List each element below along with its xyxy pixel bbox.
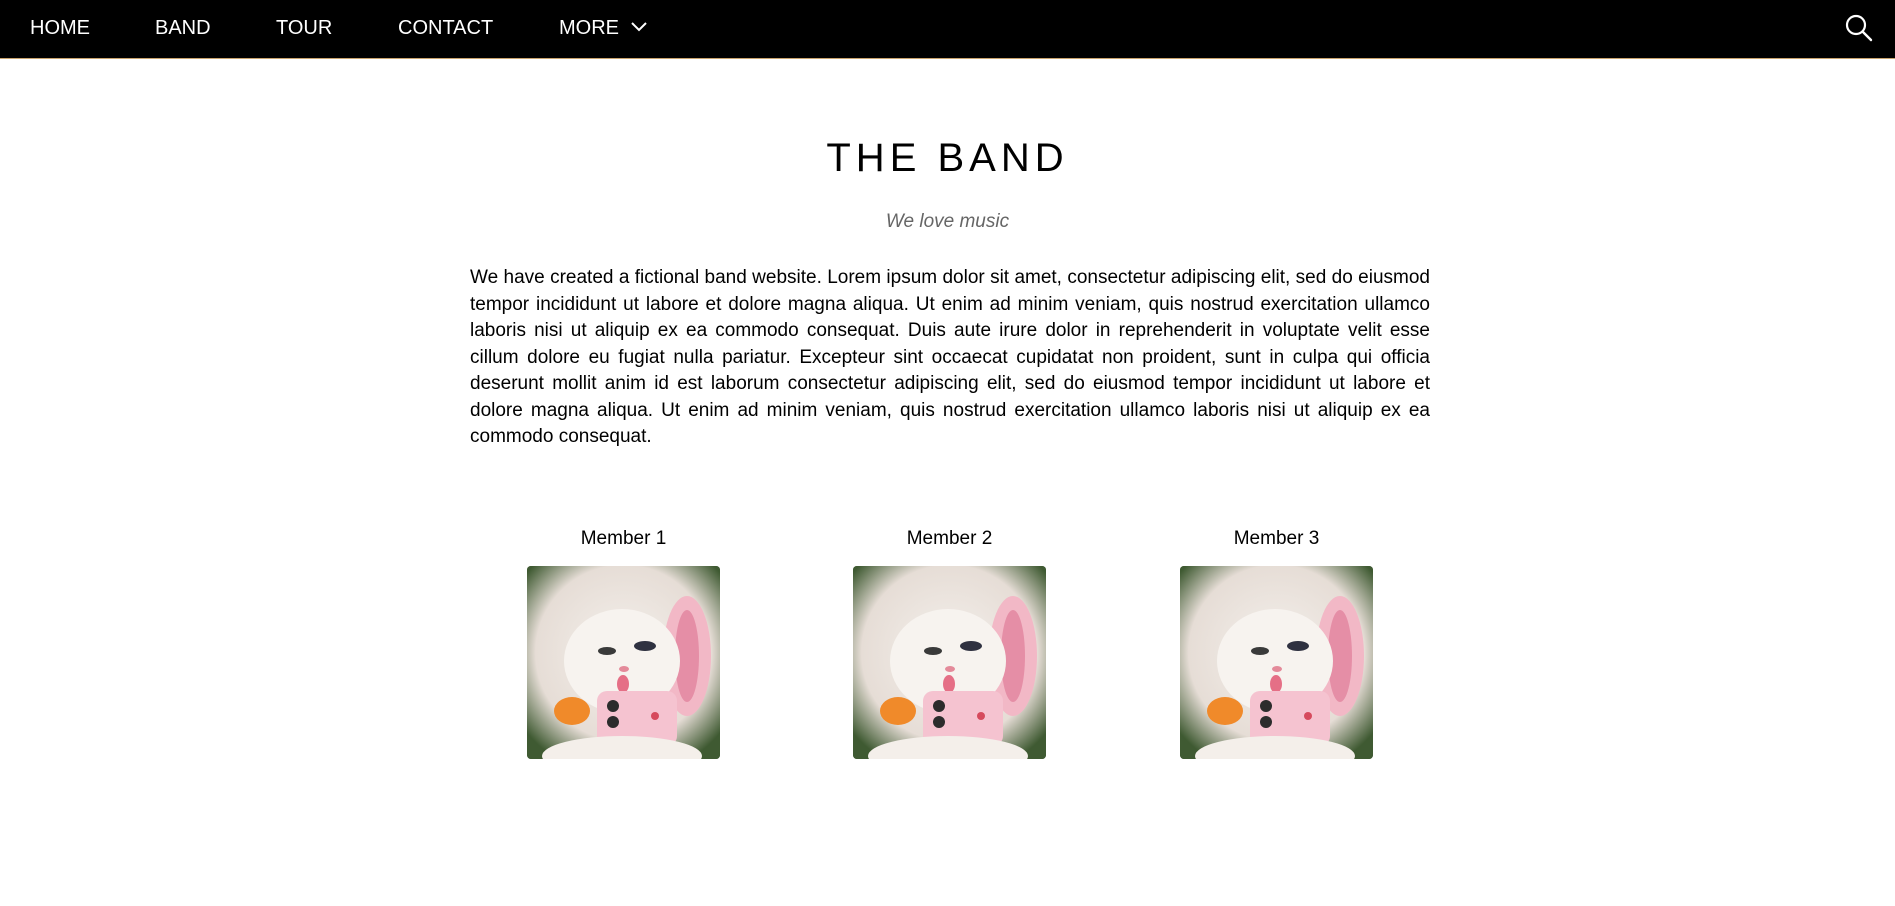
- nav-contact-link[interactable]: CONTACT: [398, 0, 493, 58]
- member-photo-image: [1180, 566, 1373, 759]
- nav-more-dropdown[interactable]: MORE: [559, 0, 647, 58]
- member-card: Member 1: [527, 527, 720, 759]
- member-photo[interactable]: [853, 566, 1046, 759]
- member-photo[interactable]: [527, 566, 720, 759]
- member-card: Member 2: [853, 527, 1046, 759]
- section-subtitle: We love music: [885, 211, 1010, 232]
- member-name: Member 1: [580, 528, 667, 549]
- chevron-down-icon: [630, 22, 647, 32]
- section-title: THE BAND: [826, 136, 1069, 180]
- member-photo-image: [527, 566, 720, 759]
- nav-band-link[interactable]: BAND: [155, 0, 211, 58]
- member-name: Member 2: [906, 528, 993, 549]
- member-card: Member 3: [1180, 527, 1373, 759]
- nav-more-label: MORE: [559, 17, 619, 39]
- member-name: Member 3: [1233, 528, 1320, 549]
- band-section: THE BAND We love music We have created a…: [0, 59, 1895, 906]
- member-photo[interactable]: [1180, 566, 1373, 759]
- top-navigation-bar: HOME BAND TOUR CONTACT MORE: [0, 0, 1895, 59]
- member-photo-image: [853, 566, 1046, 759]
- search-icon[interactable]: [1844, 13, 1874, 43]
- nav-tour-link[interactable]: TOUR: [276, 0, 332, 58]
- nav-home-link[interactable]: HOME: [30, 0, 90, 58]
- section-description: We have created a fictional band website…: [470, 267, 1430, 447]
